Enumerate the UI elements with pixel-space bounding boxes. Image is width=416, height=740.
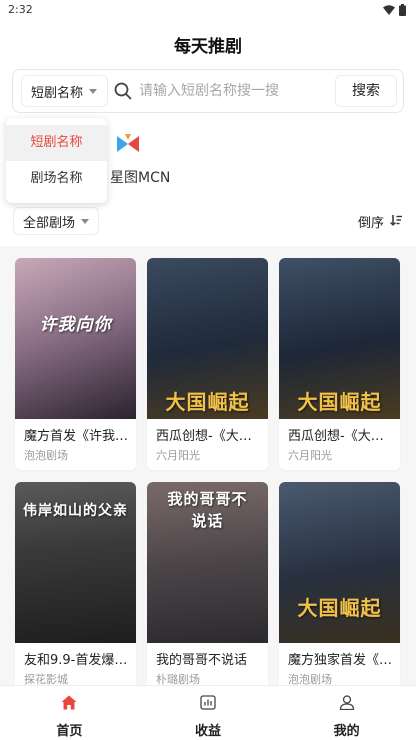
drama-grid: 许我向你 魔方首发《许我… 泡泡剧场 大国崛起 西瓜创想-《大… 六月阳光 大国… bbox=[15, 258, 403, 694]
wifi-icon bbox=[383, 5, 395, 15]
page-title: 每天推剧 bbox=[174, 37, 242, 57]
banner-text: 星图MCN bbox=[110, 170, 171, 186]
drama-source: 泡泡剧场 bbox=[24, 449, 68, 462]
drama-card[interactable]: 大国崛起 西瓜创想-《大… 六月阳光 bbox=[279, 258, 400, 470]
sort-descending-icon bbox=[390, 214, 402, 230]
battery-icon bbox=[399, 4, 406, 16]
drama-card[interactable]: 大国崛起 西瓜创想-《大… 六月阳光 bbox=[147, 258, 268, 470]
nav-profile[interactable]: 我的 bbox=[277, 686, 416, 740]
drama-poster: 伟岸如山的父亲 bbox=[15, 482, 136, 643]
search-type-dropdown: 短剧名称 剧场名称 bbox=[6, 118, 107, 203]
drama-title: 魔方首发《许我… bbox=[24, 429, 129, 444]
search-input[interactable] bbox=[139, 78, 334, 104]
sort-label: 倒序 bbox=[357, 216, 384, 231]
nav-earnings-label: 收益 bbox=[195, 724, 222, 739]
theater-filter-label: 全部剧场 bbox=[23, 215, 76, 231]
drama-title: 我的哥哥不说话 bbox=[156, 653, 248, 668]
drama-card[interactable]: 我的哥哥不说话 我的哥哥不说话 朴璐剧场 bbox=[147, 482, 268, 694]
bottom-nav: 首页 收益 我的 bbox=[0, 685, 416, 740]
status-bar: 2:32 bbox=[0, 0, 416, 22]
search-icon bbox=[114, 82, 132, 104]
nav-home[interactable]: 首页 bbox=[0, 686, 139, 740]
drama-poster: 大国崛起 bbox=[279, 258, 400, 419]
drama-title: 西瓜创想-《大… bbox=[156, 429, 252, 444]
poster-title: 大国崛起 bbox=[165, 390, 250, 414]
profile-icon bbox=[339, 695, 355, 714]
search-type-select[interactable]: 短剧名称 bbox=[21, 75, 108, 107]
drama-card[interactable]: 大国崛起 魔方独家首发《… 泡泡剧场 bbox=[279, 482, 400, 694]
chevron-down-icon bbox=[81, 218, 90, 224]
status-time: 2:32 bbox=[8, 3, 33, 16]
brand-logo-icon bbox=[116, 134, 140, 158]
poster-title: 大国崛起 bbox=[297, 596, 382, 620]
drama-title: 友和9.9-首发爆… bbox=[24, 653, 128, 668]
search-type-label: 短剧名称 bbox=[31, 85, 84, 101]
dropdown-option-theater-name[interactable]: 剧场名称 bbox=[6, 161, 107, 197]
drama-card[interactable]: 许我向你 魔方首发《许我… 泡泡剧场 bbox=[15, 258, 136, 470]
poster-title: 许我向你 bbox=[39, 315, 112, 335]
nav-home-label: 首页 bbox=[56, 724, 83, 739]
search-bar: 短剧名称 搜索 bbox=[12, 69, 404, 113]
earnings-icon bbox=[200, 695, 216, 714]
drama-poster: 大国崛起 bbox=[147, 258, 268, 419]
status-icons bbox=[383, 4, 406, 16]
drama-poster: 许我向你 bbox=[15, 258, 136, 419]
poster-title: 我的哥哥不说话 bbox=[167, 490, 248, 530]
home-icon bbox=[61, 695, 77, 714]
drama-poster: 大国崛起 bbox=[279, 482, 400, 643]
drama-source: 六月阳光 bbox=[156, 449, 200, 462]
search-button[interactable]: 搜索 bbox=[335, 75, 397, 107]
dropdown-option-drama-name[interactable]: 短剧名称 bbox=[6, 125, 107, 161]
poster-title: 大国崛起 bbox=[297, 390, 382, 414]
poster-title: 伟岸如山的父亲 bbox=[23, 503, 128, 519]
theater-filter-select[interactable]: 全部剧场 bbox=[13, 207, 99, 235]
nav-earnings[interactable]: 收益 bbox=[139, 686, 278, 740]
nav-profile-label: 我的 bbox=[333, 724, 360, 739]
drama-poster: 我的哥哥不说话 bbox=[147, 482, 268, 643]
drama-title: 西瓜创想-《大… bbox=[288, 429, 384, 444]
chevron-down-icon bbox=[89, 88, 98, 94]
drama-card[interactable]: 伟岸如山的父亲 友和9.9-首发爆… 探花影城 bbox=[15, 482, 136, 694]
sort-toggle[interactable]: 倒序 bbox=[358, 212, 402, 231]
drama-title: 魔方独家首发《… bbox=[288, 653, 393, 668]
drama-source: 六月阳光 bbox=[288, 449, 332, 462]
